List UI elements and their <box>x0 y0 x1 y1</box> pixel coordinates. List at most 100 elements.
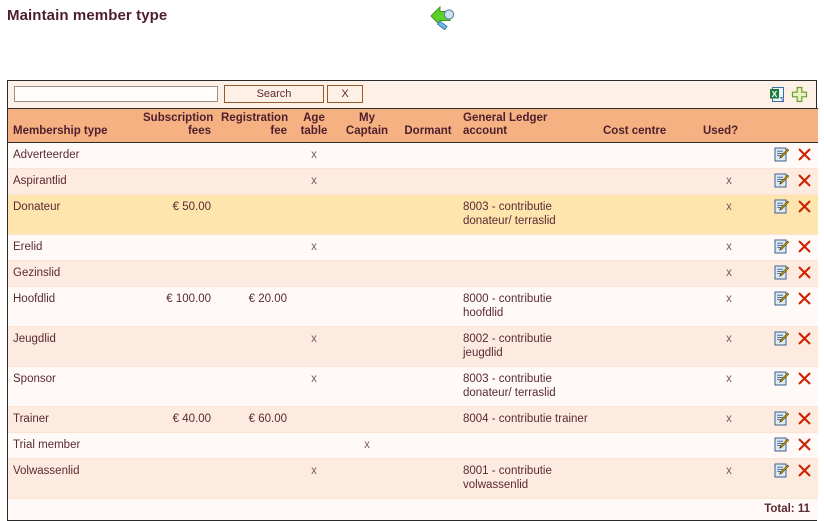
delete-glyph <box>798 148 811 161</box>
edit-icon[interactable] <box>774 331 790 346</box>
search-input[interactable] <box>14 86 218 102</box>
cell-name: Aspirantlid <box>8 168 138 195</box>
cell-sub: € 100.00 <box>138 286 216 327</box>
add-new-icon[interactable] <box>791 86 808 103</box>
edit-glyph <box>774 463 790 478</box>
delete-icon[interactable] <box>798 148 811 161</box>
delete-glyph <box>798 174 811 187</box>
cell-cost <box>598 168 698 195</box>
table-row[interactable]: Hoofdlid € 100.00 € 20.00 8000 - contributi… <box>8 286 818 327</box>
table-row[interactable]: Erelid x x <box>8 234 818 261</box>
row-actions-cell <box>760 194 818 235</box>
cell-reg <box>216 234 292 261</box>
cell-age: x <box>292 366 336 407</box>
clear-search-button[interactable]: X <box>327 85 363 103</box>
cell-name: Sponsor <box>8 366 138 407</box>
delete-icon[interactable] <box>798 332 811 345</box>
cell-name: Erelid <box>8 234 138 261</box>
table-row[interactable]: Aspirantlid x x <box>8 168 818 195</box>
table-row[interactable]: Trial member x <box>8 432 818 459</box>
table-row[interactable]: Sponsor x 8003 - contributie donateur/ ter… <box>8 366 818 407</box>
column-header-my-captain[interactable]: My Captain <box>336 108 398 143</box>
cell-dormant <box>398 326 458 367</box>
column-header-membership-type[interactable]: Membership type <box>8 108 138 143</box>
cell-dormant <box>398 432 458 459</box>
column-header-registration-fee[interactable]: Registration fee <box>216 108 292 143</box>
cell-age: x <box>292 458 336 499</box>
cell-name: Adverteerder <box>8 142 138 169</box>
delete-icon[interactable] <box>798 372 811 385</box>
edit-icon[interactable] <box>774 291 790 306</box>
column-header-dormant[interactable]: Dormant <box>398 108 458 143</box>
edit-icon[interactable] <box>774 239 790 254</box>
cell-cost <box>598 234 698 261</box>
cell-captain <box>336 260 398 287</box>
delete-icon[interactable] <box>798 412 811 425</box>
cell-gl: 8000 - contributie hoofdlid <box>458 286 598 327</box>
edit-glyph <box>774 199 790 214</box>
row-actions-cell <box>760 326 818 367</box>
edit-icon[interactable] <box>774 199 790 214</box>
column-header-cost-centre[interactable]: Cost centre <box>598 108 698 143</box>
edit-icon[interactable] <box>774 265 790 280</box>
cell-captain <box>336 234 398 261</box>
delete-icon[interactable] <box>798 266 811 279</box>
column-header-used[interactable]: Used? <box>698 108 760 143</box>
delete-icon[interactable] <box>798 200 811 213</box>
cell-age <box>292 406 336 433</box>
cell-captain <box>336 142 398 169</box>
delete-icon[interactable] <box>798 464 811 477</box>
cell-gl: 8002 - contributie jeugdlid <box>458 326 598 367</box>
cell-captain <box>336 286 398 327</box>
cell-used: x <box>698 234 760 261</box>
cell-cost <box>598 432 698 459</box>
delete-icon[interactable] <box>798 240 811 253</box>
edit-icon[interactable] <box>774 463 790 478</box>
column-header-subscription-fees[interactable]: Subscription fees <box>138 108 216 143</box>
excel-export-icon[interactable]: X <box>769 86 786 103</box>
table-row[interactable]: Donateur € 50.00 8003 - contributie donate… <box>8 194 818 235</box>
cell-cost <box>598 142 698 169</box>
cell-age: x <box>292 142 336 169</box>
edit-icon[interactable] <box>774 371 790 386</box>
delete-icon[interactable] <box>798 438 811 451</box>
edit-icon[interactable] <box>774 147 790 162</box>
back-arrow-icon[interactable] <box>428 4 458 31</box>
cell-cost <box>598 458 698 499</box>
table-row[interactable]: Volwassenlid x 8001 - contributie volwasse… <box>8 458 818 499</box>
cell-sub <box>138 142 216 169</box>
cell-captain <box>336 326 398 367</box>
table-row[interactable]: Adverteerder x <box>8 142 818 169</box>
cell-used <box>698 432 760 459</box>
cell-captain <box>336 406 398 433</box>
delete-icon[interactable] <box>798 292 811 305</box>
delete-glyph <box>798 266 811 279</box>
cell-captain <box>336 194 398 235</box>
cell-name: Hoofdlid <box>8 286 138 327</box>
delete-glyph <box>798 438 811 451</box>
column-header-age-table[interactable]: Age table <box>292 108 336 143</box>
cell-cost <box>598 286 698 327</box>
cell-used: x <box>698 406 760 433</box>
search-button[interactable]: Search <box>224 85 324 103</box>
table-row[interactable]: Trainer € 40.00 € 60.00 8004 - contributie … <box>8 406 818 433</box>
table-row[interactable]: Gezinslid x <box>8 260 818 287</box>
cell-used: x <box>698 168 760 195</box>
delete-glyph <box>798 464 811 477</box>
page-title: Maintain member type <box>7 7 168 24</box>
cell-used: x <box>698 326 760 367</box>
edit-icon[interactable] <box>774 411 790 426</box>
cell-sub: € 40.00 <box>138 406 216 433</box>
edit-icon[interactable] <box>774 437 790 452</box>
cell-name: Trainer <box>8 406 138 433</box>
edit-glyph <box>774 411 790 426</box>
cell-age <box>292 260 336 287</box>
cell-sub: € 50.00 <box>138 194 216 235</box>
edit-icon[interactable] <box>774 173 790 188</box>
table-row[interactable]: Jeugdlid x 8002 - contributie jeugdlid x <box>8 326 818 367</box>
cell-age <box>292 194 336 235</box>
column-header-general-ledger-account[interactable]: General Ledger account <box>458 108 598 143</box>
cell-reg <box>216 366 292 407</box>
delete-icon[interactable] <box>798 174 811 187</box>
row-actions-cell <box>760 432 818 459</box>
